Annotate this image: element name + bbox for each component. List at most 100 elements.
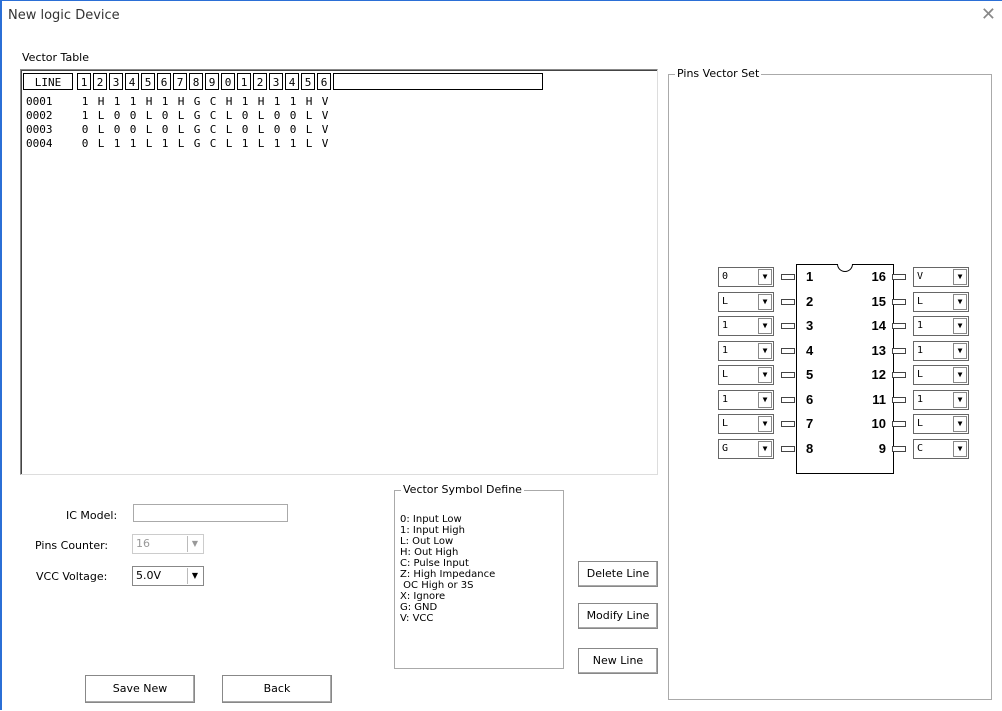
column-header-pin[interactable]: 9 xyxy=(205,73,219,90)
chevron-down-icon[interactable]: ▼ xyxy=(758,416,772,432)
chevron-down-icon[interactable]: ▼ xyxy=(953,367,967,383)
chevron-down-icon[interactable]: ▼ xyxy=(953,391,967,408)
row-pin-value: 0 xyxy=(113,123,121,136)
ic-model-input[interactable] xyxy=(133,504,288,522)
new-line-button[interactable]: New Line xyxy=(578,648,658,674)
row-pin-value: V xyxy=(321,109,329,122)
row-pin-value: 0 xyxy=(241,123,249,136)
vcc-voltage-label: VCC Voltage: xyxy=(36,570,108,583)
chevron-down-icon[interactable]: ▼ xyxy=(758,440,772,457)
row-pin-value: G xyxy=(193,109,201,122)
column-header-pin[interactable]: 6 xyxy=(317,73,331,90)
symbol-define-line: 1: Input High xyxy=(400,525,465,536)
pin-12-vector-select[interactable]: L ▼ xyxy=(913,365,969,385)
row-pin-value: G xyxy=(193,123,201,136)
column-header-pin[interactable]: 5 xyxy=(301,73,315,90)
row-pin-value: L xyxy=(305,109,313,122)
column-header-pin[interactable]: 6 xyxy=(157,73,171,90)
vector-table[interactable]: LINE 1 2 3 4 5 6 7 8 9 0 1 2 3 4 5 6 0001 1 H 1 1 H 1 H G C H 1 H 1 1 H V… xyxy=(20,69,658,475)
column-header-pin[interactable]: 4 xyxy=(285,73,299,90)
chevron-down-icon[interactable]: ▼ xyxy=(758,391,772,408)
row-pin-value: 0 xyxy=(81,123,89,136)
chevron-down-icon[interactable]: ▼ xyxy=(953,440,967,457)
pin-2-vector-select[interactable]: L ▼ xyxy=(718,291,774,312)
row-pin-value: L xyxy=(97,123,105,136)
symbol-define-line: OC High or 3S xyxy=(400,580,474,591)
window-title: New logic Device xyxy=(8,8,120,23)
pin-vector-value: 1 xyxy=(917,344,924,356)
chevron-down-icon[interactable]: ▼ xyxy=(758,367,772,383)
pin-vector-value: G xyxy=(722,442,729,454)
table-row[interactable]: 0003 0 L 0 0 L 0 L G C L 0 L 0 0 L V xyxy=(26,123,626,137)
pin-15-vector-select[interactable]: L ▼ xyxy=(913,291,969,312)
row-pin-value: C xyxy=(209,123,217,136)
chevron-down-icon[interactable]: ▼ xyxy=(953,342,967,359)
column-header-pin[interactable]: 8 xyxy=(189,73,203,90)
column-header-pin[interactable]: 3 xyxy=(269,73,283,90)
chevron-down-icon[interactable]: ▼ xyxy=(953,416,967,432)
pin-4-vector-select[interactable]: 1 ▼ xyxy=(718,340,774,361)
pin-8-vector-select[interactable]: G ▼ xyxy=(718,438,774,459)
column-header-pin[interactable]: 2 xyxy=(253,73,267,90)
row-pin-value: 1 xyxy=(289,95,297,108)
modify-line-button[interactable]: Modify Line xyxy=(578,603,658,629)
row-pin-value: H xyxy=(145,95,153,108)
back-button[interactable]: Back xyxy=(222,675,332,703)
pin-13-vector-select[interactable]: 1 ▼ xyxy=(913,340,969,361)
chevron-down-icon[interactable]: ▼ xyxy=(758,269,772,285)
chevron-down-icon[interactable]: ▼ xyxy=(953,318,967,334)
table-row[interactable]: 0004 0 L 1 1 L 1 L G C L 1 L 1 1 L V xyxy=(26,137,626,151)
chip-pin-leg xyxy=(892,323,906,329)
column-header-pin[interactable]: 1 xyxy=(237,73,251,90)
pin-16-vector-select[interactable]: V ▼ xyxy=(913,267,969,287)
chip-pin-leg xyxy=(892,298,906,305)
row-pin-value: V xyxy=(321,123,329,136)
column-header-pin[interactable]: 7 xyxy=(173,73,187,90)
pin-9-vector-select[interactable]: C ▼ xyxy=(913,438,969,459)
column-header-pin[interactable]: 4 xyxy=(125,73,139,90)
row-pin-value: 0 xyxy=(81,137,89,150)
pin-1-vector-select[interactable]: 0 ▼ xyxy=(718,267,774,287)
pin-vector-value: L xyxy=(917,295,924,307)
vcc-voltage-select[interactable]: 5.0V ▼ xyxy=(132,566,204,586)
pin-5-vector-select[interactable]: L ▼ xyxy=(718,365,774,385)
row-pin-value: L xyxy=(145,123,153,136)
table-row[interactable]: 0001 1 H 1 1 H 1 H G C H 1 H 1 1 H V xyxy=(26,95,626,109)
chip-pin-leg xyxy=(781,298,795,305)
row-pin-value: L xyxy=(177,137,185,150)
chip-pin-leg xyxy=(781,421,795,427)
row-pin-value: L xyxy=(225,137,233,150)
chip-pin-leg xyxy=(781,445,795,452)
symbol-define-line: V: VCC xyxy=(400,613,434,624)
row-pin-value: 1 xyxy=(161,95,169,108)
chip-pin-number: 6 xyxy=(806,391,814,407)
vcc-voltage-value: 5.0V xyxy=(136,569,162,582)
save-new-button[interactable]: Save New xyxy=(85,675,195,703)
pin-6-vector-select[interactable]: 1 ▼ xyxy=(718,389,774,410)
pin-11-vector-select[interactable]: 1 ▼ xyxy=(913,389,969,410)
column-header-line[interactable]: LINE xyxy=(23,73,73,90)
row-pin-value: L xyxy=(177,109,185,122)
column-header-pin[interactable]: 5 xyxy=(141,73,155,90)
row-pin-value: 0 xyxy=(161,123,169,136)
row-pin-value: 1 xyxy=(161,137,169,150)
column-header-pin[interactable]: 3 xyxy=(109,73,123,90)
pin-10-vector-select[interactable]: L ▼ xyxy=(913,414,969,434)
pin-3-vector-select[interactable]: 1 ▼ xyxy=(718,316,774,336)
pin-vector-value: 1 xyxy=(722,393,729,405)
delete-line-button[interactable]: Delete Line xyxy=(578,561,658,587)
chevron-down-icon[interactable]: ▼ xyxy=(758,318,772,334)
symbol-define-line: C: Pulse Input xyxy=(400,558,469,569)
column-header-pin[interactable]: 2 xyxy=(93,73,107,90)
close-icon[interactable]: ✕ xyxy=(981,5,996,25)
chevron-down-icon[interactable]: ▼ xyxy=(758,293,772,310)
chevron-down-icon[interactable]: ▼ xyxy=(187,568,202,584)
table-row[interactable]: 0002 1 L 0 0 L 0 L G C L 0 L 0 0 L V xyxy=(26,109,626,123)
chevron-down-icon[interactable]: ▼ xyxy=(758,342,772,359)
column-header-pin[interactable]: 0 xyxy=(221,73,235,90)
column-header-pin[interactable]: 1 xyxy=(77,73,91,90)
pin-7-vector-select[interactable]: L ▼ xyxy=(718,414,774,434)
pin-14-vector-select[interactable]: 1 ▼ xyxy=(913,316,969,336)
chevron-down-icon[interactable]: ▼ xyxy=(953,269,967,285)
chevron-down-icon[interactable]: ▼ xyxy=(953,293,967,310)
